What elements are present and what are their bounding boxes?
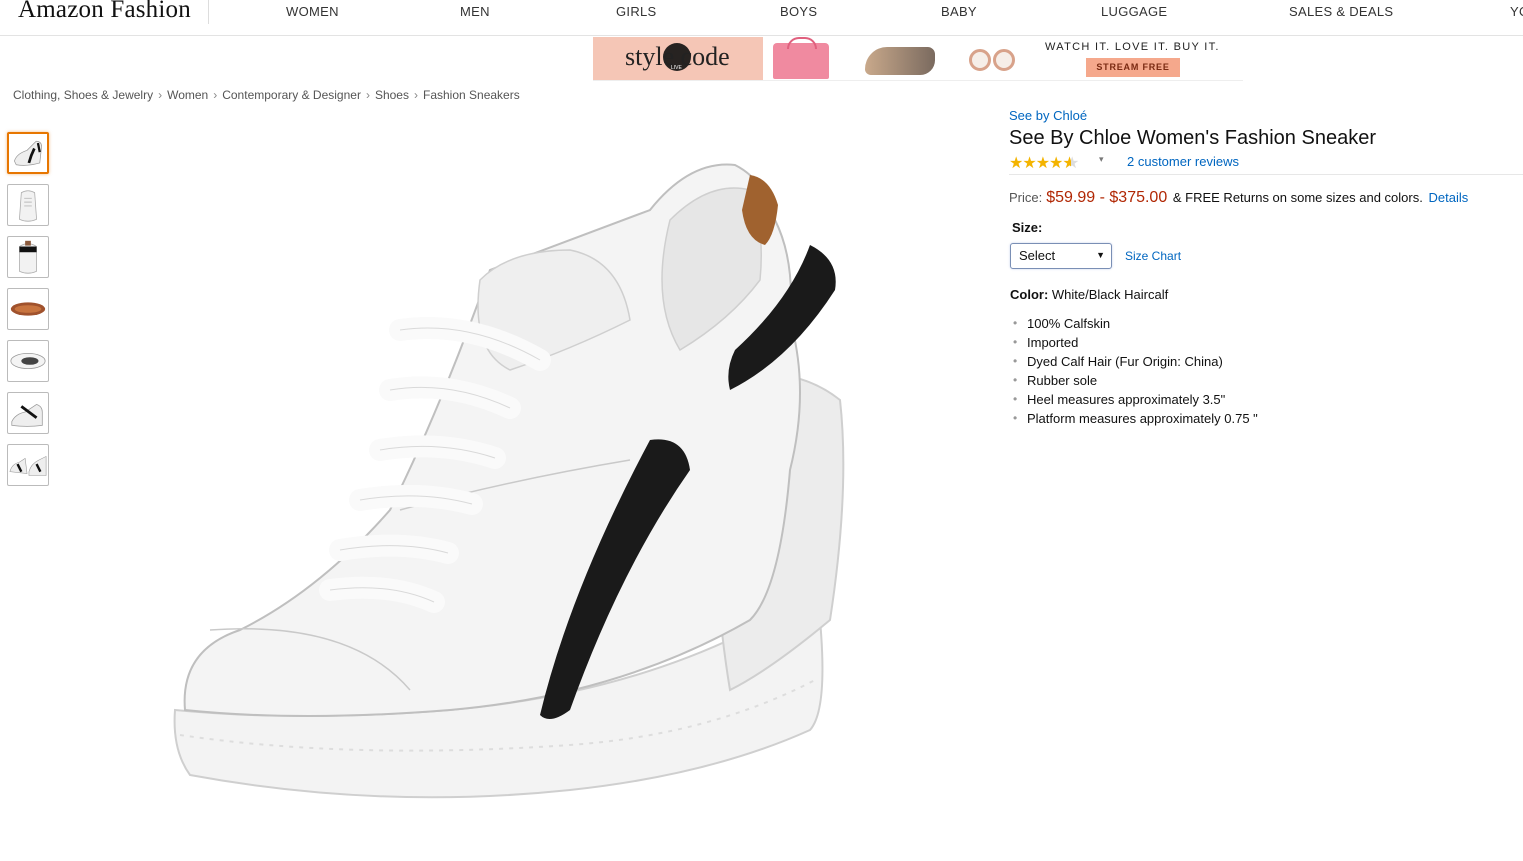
feature-item: Imported (1013, 335, 1258, 354)
thumbnail-3[interactable] (7, 236, 49, 278)
breadcrumb-separator: › (158, 88, 163, 102)
size-chart-link[interactable]: Size Chart (1125, 249, 1181, 263)
empty-star-outline: ★ (1071, 153, 1078, 173)
size-select[interactable]: Select ▼ (1010, 243, 1112, 269)
thumbnail-4[interactable] (7, 288, 49, 330)
breadcrumb-separator: › (365, 88, 370, 102)
thumbnail-1[interactable] (7, 132, 49, 174)
color-row: Color: White/Black Haircalf (1010, 287, 1168, 302)
breadcrumb-contemporary[interactable]: Contemporary & Designer (222, 88, 361, 102)
feature-item: 100% Calfskin (1013, 316, 1258, 335)
full-stars: ★★★★ (1009, 155, 1063, 172)
nav-girls[interactable]: GIRLS (616, 4, 657, 19)
half-star-icon: ★ (1062, 155, 1072, 172)
style-code-banner[interactable]: style code LIVE WATCH IT. LOVE IT. BUY I… (593, 37, 1243, 81)
sneaker-illustration (173, 163, 845, 799)
rating-row: ★★★★★★ ▾ 2 customer reviews (1009, 152, 1523, 172)
rating-dropdown-icon[interactable]: ▾ (1099, 154, 1104, 165)
handbag-image (773, 37, 829, 79)
feature-bullets: 100% Calfskin Imported Dyed Calf Hair (F… (1013, 316, 1258, 430)
watch-image (965, 41, 1021, 77)
logo-divider (208, 0, 209, 24)
main-product-image[interactable] (150, 150, 870, 830)
star-rating[interactable]: ★★★★★★ (1009, 153, 1078, 173)
stream-free-button[interactable]: STREAM FREE (1086, 58, 1180, 77)
nav-sales-deals[interactable]: SALES & DEALS (1289, 4, 1393, 19)
banner-tagline: WATCH IT. LOVE IT. BUY IT. (1045, 41, 1220, 53)
live-label: LIVE (671, 65, 682, 71)
breadcrumb-separator: › (413, 88, 418, 102)
nav-overflow[interactable]: YO (1510, 4, 1523, 19)
thumbnail-6[interactable] (7, 392, 49, 434)
price-label: Price: (1009, 190, 1043, 205)
breadcrumb-separator: › (213, 88, 218, 102)
feature-item: Rubber sole (1013, 373, 1258, 392)
free-returns-text: & FREE Returns on some sizes and colors. (1172, 190, 1423, 205)
breadcrumb-shoes[interactable]: Shoes (375, 88, 409, 102)
nav-baby[interactable]: BABY (941, 4, 977, 19)
price-value: $59.99 - $375.00 (1046, 189, 1168, 206)
top-nav: Amazon Fashion WOMEN MEN GIRLS BOYS BABY… (0, 0, 1523, 36)
breadcrumb: Clothing, Shoes & Jewelry › Women › Contempo… (13, 88, 520, 102)
color-label: Color: (1010, 287, 1049, 302)
nav-boys[interactable]: BOYS (780, 4, 817, 19)
breadcrumb-women[interactable]: Women (167, 88, 208, 102)
brand-link[interactable]: See by Chloé (1009, 108, 1523, 123)
dropdown-arrow-icon: ▼ (1096, 250, 1105, 260)
color-value: White/Black Haircalf (1051, 287, 1169, 302)
breadcrumb-fashion-sneakers[interactable]: Fashion Sneakers (423, 88, 520, 102)
customer-reviews-link[interactable]: 2 customer reviews (1127, 154, 1239, 169)
feature-item: Dyed Calf Hair (Fur Origin: China) (1013, 354, 1258, 373)
divider (1009, 174, 1523, 175)
thumbnail-5[interactable] (7, 340, 49, 382)
thumbnail-strip (7, 132, 49, 496)
thumbnail-2[interactable] (7, 184, 49, 226)
nav-women[interactable]: WOMEN (286, 4, 339, 19)
nav-luggage[interactable]: LUGGAGE (1101, 4, 1167, 19)
size-label: Size: (1012, 220, 1043, 235)
feature-item: Heel measures approximately 3.5" (1013, 392, 1258, 411)
size-select-value: Select (1019, 248, 1056, 263)
nav-men[interactable]: MEN (460, 4, 490, 19)
product-title: See By Chloe Women's Fashion Sneaker (1009, 127, 1376, 149)
details-link[interactable]: Details (1428, 190, 1468, 205)
feature-item: Platform measures approximately 0.75 " (1013, 411, 1258, 430)
price-row: Price: $59.99 - $375.00 & FREE Returns on… (1009, 189, 1468, 207)
product-info: See by Chloé See By Chloe Women's Fashio… (1009, 108, 1523, 426)
thumbnail-7[interactable] (7, 444, 49, 486)
breadcrumb-clothing[interactable]: Clothing, Shoes & Jewelry (13, 88, 153, 102)
sandal-image (865, 47, 935, 75)
amazon-fashion-logo[interactable]: Amazon Fashion (18, 0, 191, 24)
